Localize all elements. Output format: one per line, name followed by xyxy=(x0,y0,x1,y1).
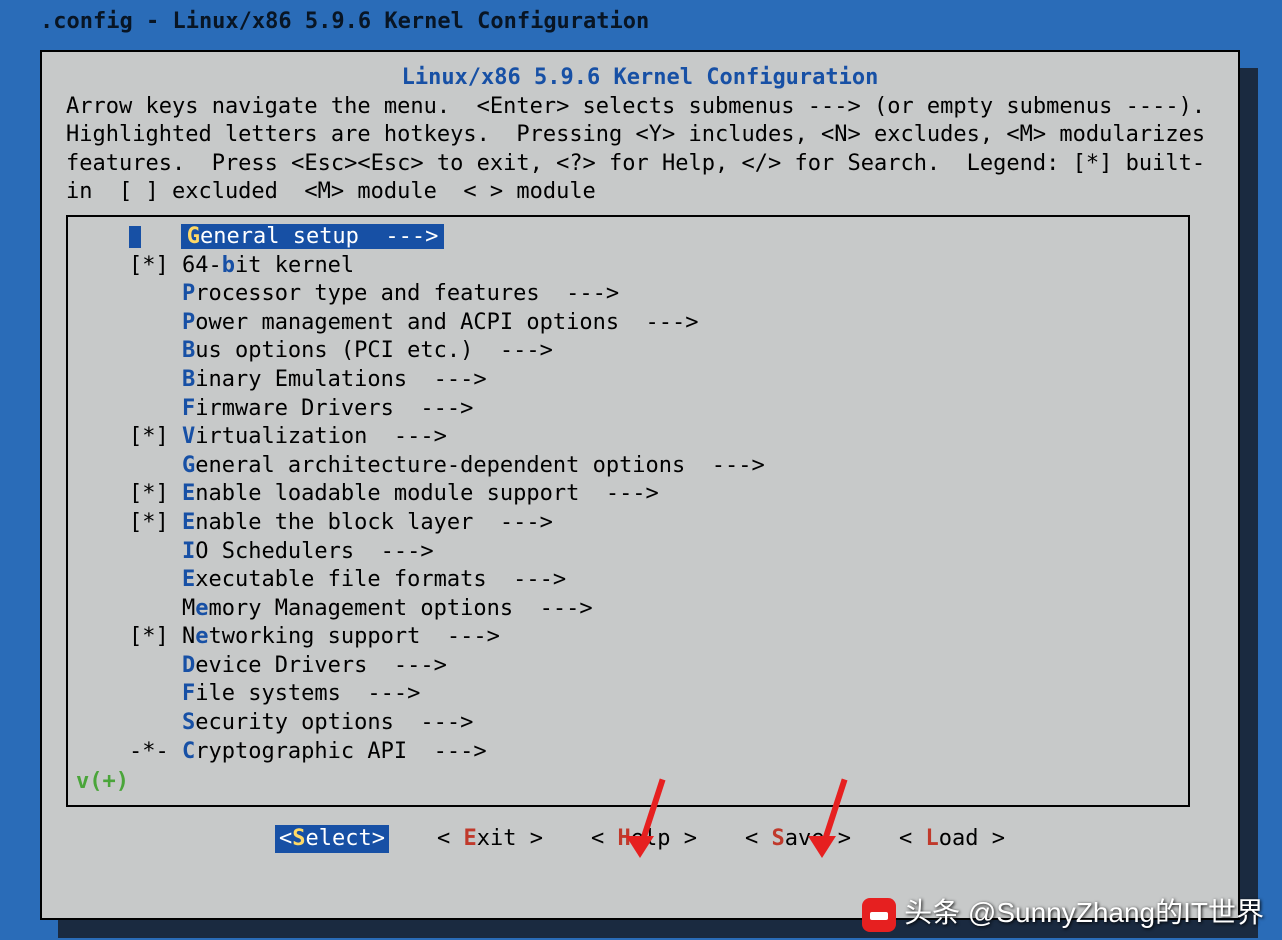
button-bar: <Select> < Exit > < Help > < Save > < Load > xyxy=(66,825,1214,854)
menu-item[interactable]: [*] Virtualization ---> xyxy=(76,423,1180,452)
scroll-indicator: v(+) xyxy=(76,768,1180,797)
instructions-text: Arrow keys navigate the menu. <Enter> se… xyxy=(66,93,1214,207)
menuconfig-window: Linux/x86 5.9.6 Kernel Configuration Arr… xyxy=(40,50,1240,920)
watermark-credit: 头条 @SunnyZhang的IT世界 xyxy=(862,895,1264,932)
toutiao-logo-icon xyxy=(862,898,896,932)
menuconfig-panel: Linux/x86 5.9.6 Kernel Configuration Arr… xyxy=(40,50,1240,920)
menu-item[interactable]: Power management and ACPI options ---> xyxy=(76,309,1180,338)
menu-item[interactable]: Security options ---> xyxy=(76,709,1180,738)
exit-button[interactable]: < Exit > xyxy=(437,825,543,854)
menu-item[interactable]: General architecture-dependent options -… xyxy=(76,452,1180,481)
terminal-title: .config - Linux/x86 5.9.6 Kernel Configu… xyxy=(0,0,1282,41)
menu-item[interactable]: -*- Cryptographic API ---> xyxy=(76,738,1180,767)
menu-item[interactable]: Processor type and features ---> xyxy=(76,280,1180,309)
menu-item[interactable]: Device Drivers ---> xyxy=(76,652,1180,681)
menu-item[interactable]: IO Schedulers ---> xyxy=(76,538,1180,567)
save-button[interactable]: < Save > xyxy=(745,825,851,854)
menu-item[interactable]: [*] Networking support ---> xyxy=(76,623,1180,652)
menu-item[interactable]: Bus options (PCI etc.) ---> xyxy=(76,337,1180,366)
menu-item[interactable]: General setup ---> xyxy=(76,223,1180,252)
menu-item[interactable]: Memory Management options ---> xyxy=(76,595,1180,624)
cursor-icon xyxy=(129,226,141,248)
menu-item[interactable]: File systems ---> xyxy=(76,680,1180,709)
menu-list: General setup ---> [*] 64-bit kernel Pro… xyxy=(66,215,1190,807)
menu-item[interactable]: Firmware Drivers ---> xyxy=(76,395,1180,424)
menu-item[interactable]: Executable file formats ---> xyxy=(76,566,1180,595)
menu-item[interactable]: Binary Emulations ---> xyxy=(76,366,1180,395)
menu-item[interactable]: [*] Enable loadable module support ---> xyxy=(76,480,1180,509)
page-title: Linux/x86 5.9.6 Kernel Configuration xyxy=(66,64,1214,93)
help-button[interactable]: < Help > xyxy=(591,825,697,854)
load-button[interactable]: < Load > xyxy=(899,825,1005,854)
menu-item[interactable]: [*] 64-bit kernel xyxy=(76,252,1180,281)
select-button[interactable]: <Select> xyxy=(275,825,389,854)
menu-item[interactable]: [*] Enable the block layer ---> xyxy=(76,509,1180,538)
